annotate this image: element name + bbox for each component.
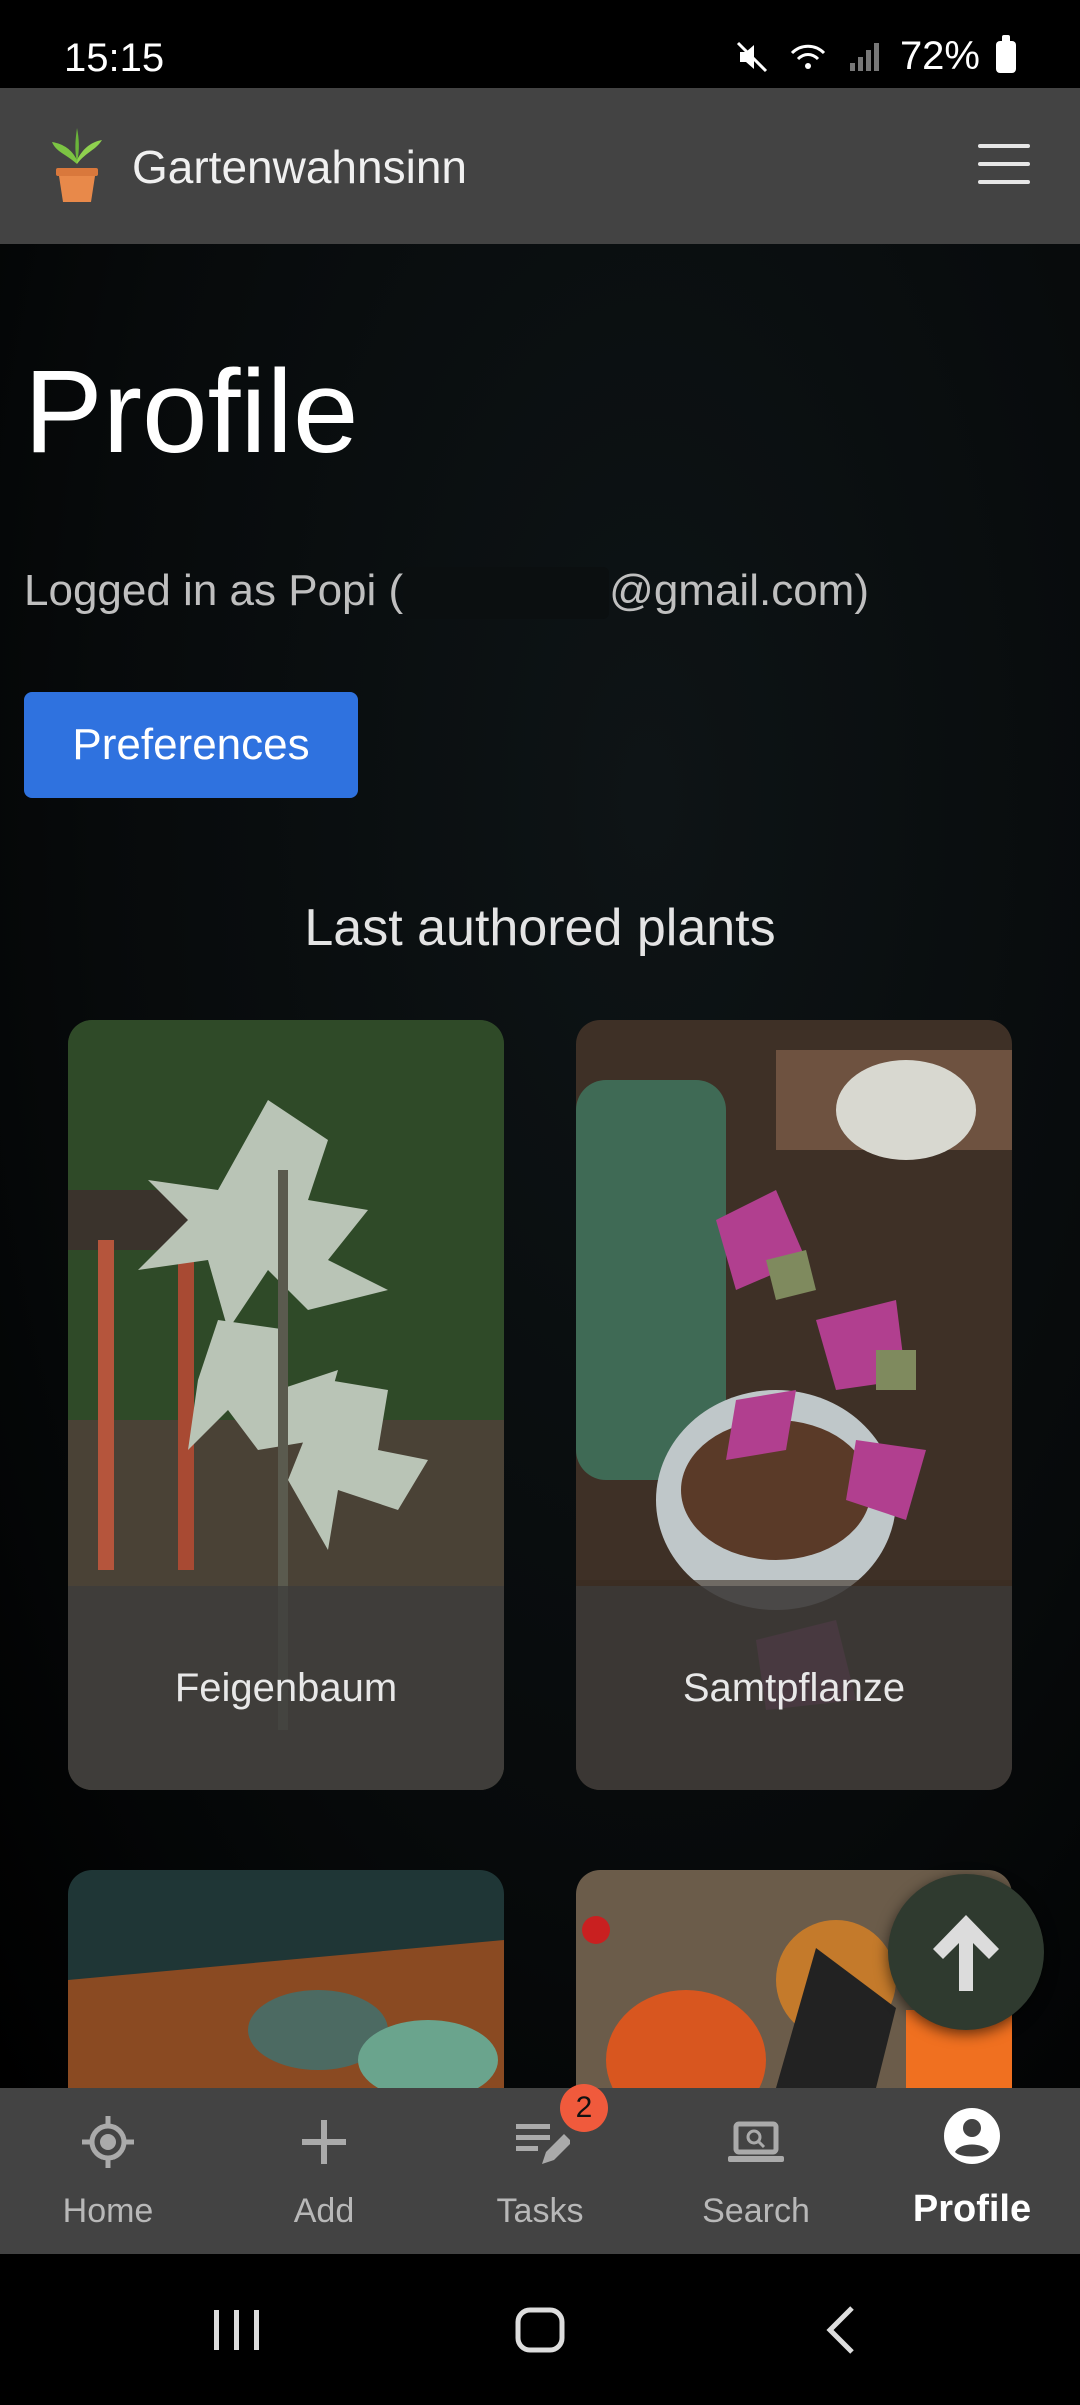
logged-in-text: Logged in as Popi ( @gmail.com) (24, 566, 869, 620)
nav-item-profile[interactable]: Profile (864, 2088, 1080, 2254)
arrow-up-icon (933, 1915, 999, 1991)
status-time: 15:15 (64, 36, 165, 80)
laptop-search-icon (728, 2121, 784, 2162)
scroll-to-top-button[interactable] (888, 1874, 1044, 2030)
home-crosshair-icon (82, 2116, 134, 2168)
main-content: Profile Logged in as Popi ( @gmail.com) P… (0, 244, 1080, 2088)
nav-label: Add (293, 2192, 355, 2230)
battery-percent: 72% (899, 34, 980, 78)
logged-in-prefix: Logged in as Popi ( (24, 566, 404, 615)
plant-card-label: Feigenbaum (68, 1586, 504, 1790)
plant-card[interactable] (68, 1870, 504, 2088)
nav-label: Search (702, 2192, 810, 2230)
wifi-icon (790, 44, 825, 69)
app-bar: Gartenwahnsinn (0, 88, 1080, 244)
redacted-email (403, 567, 610, 620)
signal-icon (849, 42, 879, 71)
battery-icon (996, 34, 1016, 73)
nav-item-home[interactable]: Home (0, 2088, 216, 2254)
home-button-icon[interactable] (515, 2307, 565, 2353)
tasks-edit-icon (516, 2124, 570, 2164)
mute-icon (736, 41, 767, 72)
page-title: Profile (24, 346, 359, 478)
plant-card-label: Samtpflanze (576, 1586, 1012, 1790)
logged-in-suffix: @gmail.com) (609, 566, 869, 615)
system-navigation-bar (0, 2254, 1080, 2400)
status-icons: 72% (732, 34, 1016, 79)
preferences-button[interactable]: Preferences (24, 692, 358, 798)
nav-item-tasks[interactable]: 2 Tasks (432, 2084, 648, 2254)
plant-card-feigenbaum[interactable]: Feigenbaum (68, 1020, 504, 1790)
recent-apps-icon[interactable] (214, 2310, 259, 2350)
back-icon[interactable] (826, 2306, 854, 2354)
potted-plant-icon[interactable] (46, 124, 108, 204)
plant-photo (68, 1870, 504, 2088)
tasks-badge: 2 (560, 2084, 608, 2132)
nav-label: Profile (912, 2188, 1032, 2230)
app-title[interactable]: Gartenwahnsinn (132, 140, 467, 194)
plus-icon (302, 2120, 346, 2164)
nav-label: Home (62, 2192, 154, 2230)
nav-item-search[interactable]: Search (648, 2088, 864, 2254)
hamburger-menu-icon[interactable] (978, 144, 1030, 184)
status-bar: 15:15 72% (0, 0, 1080, 88)
plant-card-samtpflanze[interactable]: Samtpflanze (576, 1020, 1012, 1790)
nav-label: Tasks (496, 2192, 584, 2230)
nav-item-add[interactable]: Add (216, 2088, 432, 2254)
bottom-navigation: Home Add 2 Tasks Search Profile (0, 2084, 1080, 2254)
account-circle-icon (944, 2108, 1000, 2164)
section-title: Last authored plants (304, 899, 776, 957)
